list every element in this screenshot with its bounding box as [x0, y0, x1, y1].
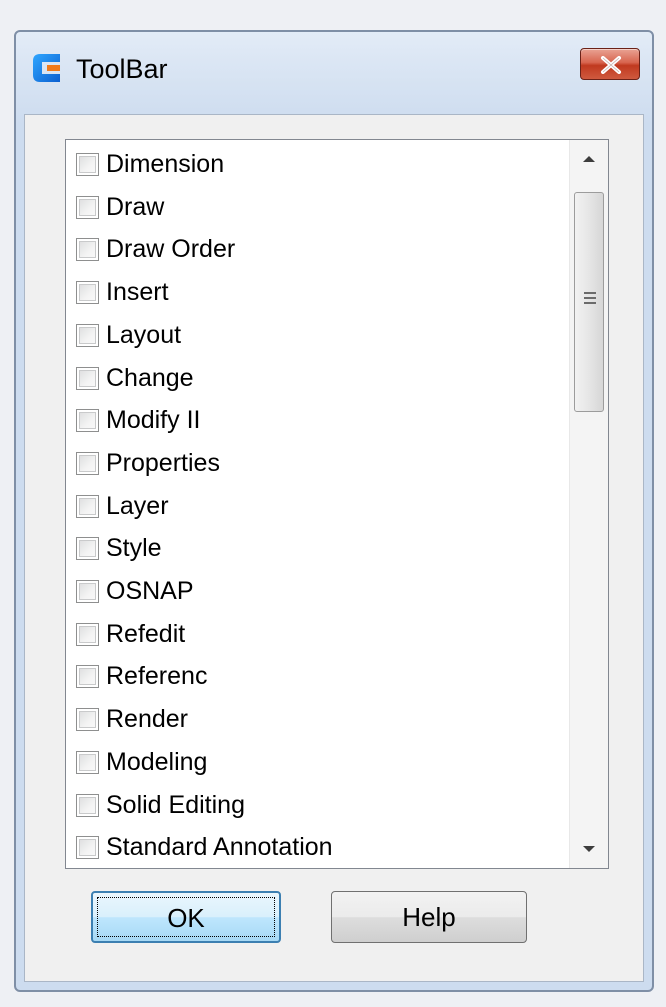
list-item[interactable]: Draw [66, 186, 566, 229]
item-checkbox[interactable] [76, 366, 99, 390]
list-item[interactable]: Solid Editing [66, 784, 566, 827]
close-x-icon [601, 56, 621, 74]
item-label: Standard Annotation [106, 833, 333, 862]
item-label: Refedit [106, 619, 186, 648]
grip-icon [584, 292, 596, 304]
toolbar-dialog: ToolBar Dimension Draw Draw Order Insert Lay… [14, 30, 654, 992]
ok-button-label: OK [97, 897, 275, 937]
list-item[interactable]: Dimension [66, 143, 566, 186]
item-label: Layer [106, 491, 169, 520]
item-checkbox[interactable] [76, 323, 99, 347]
item-label: Solid Editing [106, 790, 245, 819]
list-item[interactable]: Layer [66, 485, 566, 528]
list-item[interactable]: Standard Annotation [66, 826, 566, 868]
item-label: OSNAP [106, 577, 194, 605]
list-item[interactable]: Change [66, 357, 566, 400]
item-label: Draw [106, 192, 165, 221]
list-item[interactable]: OSNAP [66, 570, 566, 613]
window-title: ToolBar [76, 54, 168, 84]
item-checkbox[interactable] [76, 580, 99, 603]
item-checkbox[interactable] [76, 750, 99, 774]
item-checkbox[interactable] [76, 195, 99, 219]
list-item[interactable]: Referenc [66, 655, 566, 698]
item-checkbox[interactable] [76, 281, 99, 305]
list-item[interactable]: Properties [66, 442, 566, 485]
gstarcad-c-icon [33, 54, 60, 82]
item-label: Referenc [106, 662, 208, 691]
toolbar-checklist[interactable]: Dimension Draw Draw Order Insert Layout Chang… [65, 139, 609, 869]
item-label: Render [106, 705, 188, 734]
list-item[interactable]: Refedit [66, 613, 566, 656]
scroll-up-arrow-icon [583, 156, 595, 162]
list-item[interactable]: Insert [66, 271, 566, 314]
scroll-up-button[interactable] [570, 140, 608, 178]
item-label: Modify II [106, 406, 201, 435]
close-button[interactable] [580, 48, 640, 80]
list-item[interactable]: Modify II [66, 399, 566, 442]
list-item[interactable]: Modeling [66, 741, 566, 784]
item-label: Dimension [106, 150, 225, 178]
item-checkbox[interactable] [76, 494, 99, 518]
item-checkbox[interactable] [76, 451, 99, 475]
item-label: Change [106, 363, 194, 392]
item-checkbox[interactable] [76, 665, 99, 689]
item-checkbox[interactable] [76, 836, 99, 860]
item-checkbox[interactable] [76, 537, 99, 561]
ok-button[interactable]: OK [91, 891, 281, 943]
help-button[interactable]: Help [331, 891, 527, 943]
item-label: Modeling [106, 747, 208, 776]
list-item[interactable]: Draw Order [66, 228, 566, 271]
list-item[interactable]: Layout [66, 314, 566, 357]
item-checkbox[interactable] [76, 622, 99, 646]
scroll-down-button[interactable] [570, 830, 608, 868]
list-item[interactable]: Render [66, 698, 566, 741]
item-label: Properties [106, 448, 220, 477]
item-label: Style [106, 534, 162, 563]
scroll-thumb[interactable] [574, 192, 604, 412]
item-label: Draw Order [106, 235, 236, 264]
dialog-client-area: Dimension Draw Draw Order Insert Layout Chang… [24, 114, 644, 982]
vertical-scrollbar[interactable] [569, 140, 608, 868]
item-label: Layout [106, 320, 182, 349]
scroll-down-arrow-icon [583, 846, 595, 852]
item-checkbox[interactable] [76, 708, 99, 732]
title-bar[interactable]: ToolBar [16, 32, 652, 114]
list-item[interactable]: Style [66, 527, 566, 570]
item-label: Insert [106, 278, 169, 307]
item-checkbox[interactable] [76, 409, 99, 433]
item-checkbox[interactable] [76, 793, 99, 817]
item-checkbox[interactable] [76, 238, 99, 262]
item-checkbox[interactable] [76, 153, 99, 176]
